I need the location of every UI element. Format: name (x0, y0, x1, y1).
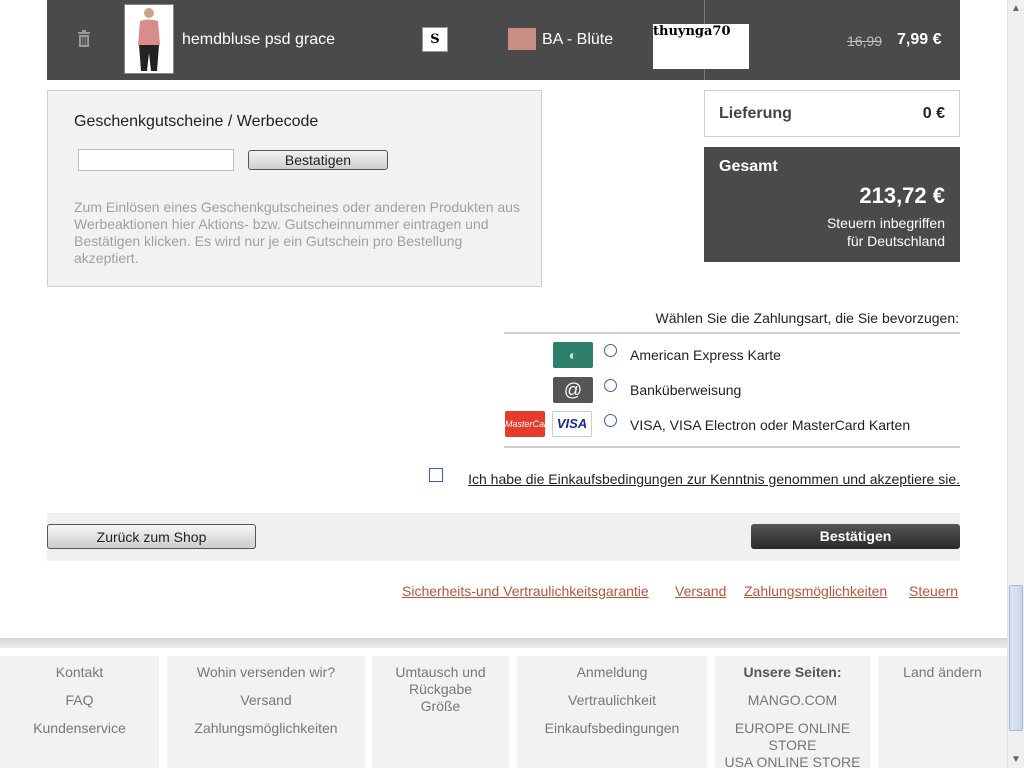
delivery-box: Lieferung 0 € (704, 90, 960, 137)
link-payment-options[interactable]: Zahlungsmöglichkeiten (744, 583, 887, 599)
footer-link-customer-service[interactable]: Kundenservice (0, 720, 159, 737)
confirm-order-button[interactable]: Bestätigen (751, 524, 960, 549)
payment-radio-card[interactable] (604, 414, 617, 427)
scrollbar-thumb[interactable] (1009, 585, 1023, 731)
footer-link-size[interactable]: Größe (372, 698, 509, 715)
payment-option-amex[interactable]: American Express Karte (630, 347, 781, 363)
footer-link-faq[interactable]: FAQ (0, 692, 159, 709)
footer-column-contact: Kontakt FAQ Kundenservice (0, 656, 159, 768)
tax-note-country: für Deutschland (846, 233, 945, 249)
footer: Kontakt FAQ Kundenservice Wohin versende… (0, 648, 1007, 771)
coupon-panel: Geschenkgutscheine / Werbecode Bestatige… (47, 90, 542, 287)
coupon-code-input[interactable] (78, 149, 234, 171)
payment-option-card[interactable]: VISA, VISA Electron oder MasterCard Kart… (630, 417, 910, 433)
footer-column-our-sites: Unsere Seiten: MANGO.COM EUROPE ONLINE S… (715, 656, 870, 771)
coupon-title: Geschenkgutscheine / Werbecode (74, 113, 319, 130)
footer-link-usa-store[interactable]: USA ONLINE STORE (715, 754, 870, 771)
visa-icon: VISA (552, 411, 592, 437)
delivery-value: 0 € (922, 105, 945, 122)
divider (504, 446, 960, 448)
footer-link-terms[interactable]: Einkaufsbedingungen (517, 720, 707, 737)
footer-column-country: Land ändern (878, 656, 1007, 768)
scroll-up-arrow-icon[interactable]: ▲ (1008, 0, 1024, 17)
payment-method-title: Wählen Sie die Zahlungsart, die Sie bevo… (655, 310, 959, 326)
footer-column-returns: Umtausch und Rückgabe Größe (372, 656, 509, 768)
color-swatch (508, 28, 536, 50)
amex-card-icon: ◐ (553, 342, 593, 368)
size-select[interactable]: S (422, 27, 448, 52)
footer-link-mango-com[interactable]: MANGO.COM (715, 692, 870, 709)
footer-column-account: Anmeldung Vertraulichkeit Einkaufsbeding… (517, 656, 707, 768)
cart-item-row: hemdbluse psd grace S BA - Blüte thuynga… (47, 0, 960, 80)
mastercard-icon: MasterCard (505, 411, 552, 437)
footer-link-europe-store[interactable]: EUROPE ONLINE STORE (715, 720, 870, 754)
payment-option-bank-transfer[interactable]: Banküberweisung (630, 382, 741, 398)
product-name[interactable]: hemdbluse psd grace (182, 31, 335, 49)
footer-link-shipping[interactable]: Versand (167, 692, 365, 709)
tax-note: Steuern inbegriffen (826, 215, 945, 231)
at-sign-icon: @ (553, 377, 593, 403)
delivery-label: Lieferung (719, 105, 792, 122)
trash-icon[interactable] (77, 30, 91, 48)
footer-link-login[interactable]: Anmeldung (517, 664, 707, 681)
total-label: Gesamt (719, 158, 778, 175)
footer-link-returns[interactable]: Umtausch und Rückgabe (372, 664, 509, 698)
footer-link-contact[interactable]: Kontakt (0, 664, 159, 681)
total-value: 213,72 € (859, 183, 945, 208)
scroll-down-arrow-icon[interactable]: ▼ (1008, 751, 1024, 768)
back-to-shop-button[interactable]: Zurück zum Shop (47, 524, 256, 549)
footer-separator (0, 638, 1007, 648)
divider (504, 332, 960, 334)
link-shipping[interactable]: Versand (675, 583, 726, 599)
footer-link-where-we-ship[interactable]: Wohin versenden wir? (167, 664, 365, 681)
terms-link[interactable]: Ich habe die Einkaufsbedingungen zur Ken… (468, 471, 960, 487)
user-label: thuynga70 (653, 24, 731, 39)
link-security-guarantee[interactable]: Sicherheits-und Vertraulichkeitsgarantie (402, 583, 649, 599)
color-name: BA - Blüte (542, 31, 614, 48)
coupon-help-text: Zum Einlösen eines Geschenkgutscheines o… (74, 199, 520, 266)
footer-link-change-country[interactable]: Land ändern (878, 664, 1007, 681)
link-taxes[interactable]: Steuern (909, 583, 958, 599)
payment-radio-bank-transfer[interactable] (604, 379, 617, 392)
total-box: Gesamt 213,72 € Steuern inbegriffen für … (704, 147, 960, 262)
coupon-confirm-button[interactable]: Bestatigen (248, 150, 388, 170)
action-bar: Zurück zum Shop Bestätigen (47, 513, 960, 561)
vertical-scrollbar[interactable]: ▲ ▼ (1007, 0, 1024, 768)
product-thumbnail[interactable] (124, 4, 174, 74)
terms-checkbox[interactable] (429, 468, 443, 482)
footer-link-privacy[interactable]: Vertraulichkeit (517, 692, 707, 709)
new-price: 7,99 € (897, 31, 942, 48)
footer-link-payment-options[interactable]: Zahlungsmöglichkeiten (167, 720, 365, 737)
footer-column-shipping: Wohin versenden wir? Versand Zahlungsmög… (167, 656, 365, 768)
old-price: 16,99 (847, 33, 883, 49)
payment-radio-amex[interactable] (604, 344, 617, 357)
footer-heading-our-sites: Unsere Seiten: (743, 664, 842, 680)
